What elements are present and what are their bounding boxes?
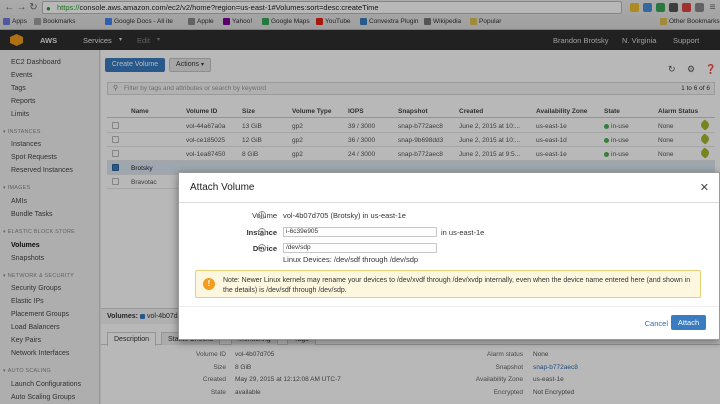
volume-label: Volume [251, 211, 277, 220]
warning-icon: ! [203, 278, 215, 290]
info-icon[interactable]: i [258, 228, 266, 236]
info-icon[interactable]: i [258, 211, 266, 219]
divider [179, 202, 719, 203]
warning-text: Note: Newer Linux kernels may rename you… [223, 277, 691, 294]
instance-label: Instance [246, 228, 277, 237]
warning-box: ! Note: Newer Linux kernels may rename y… [195, 270, 701, 298]
info-icon[interactable]: i [258, 244, 266, 252]
cancel-button[interactable]: Cancel [645, 319, 668, 328]
divider [179, 306, 719, 307]
attach-button[interactable]: Attach [671, 315, 706, 330]
attach-volume-dialog: Attach Volume ✕ Volume i vol-4b07d705 (B… [178, 172, 720, 340]
dialog-title: Attach Volume [190, 182, 255, 193]
device-hint: Linux Devices: /dev/sdf through /dev/sdp [283, 255, 419, 264]
volume-value: vol-4b07d705 (Brotsky) in us-east-1e [283, 211, 406, 220]
instance-input[interactable]: i-6c39e905 [283, 227, 437, 237]
device-label: Device [252, 244, 277, 253]
device-input[interactable]: /dev/sdp [283, 243, 437, 253]
close-icon[interactable]: ✕ [700, 181, 709, 194]
instance-zone: in us-east-1e [441, 228, 485, 237]
